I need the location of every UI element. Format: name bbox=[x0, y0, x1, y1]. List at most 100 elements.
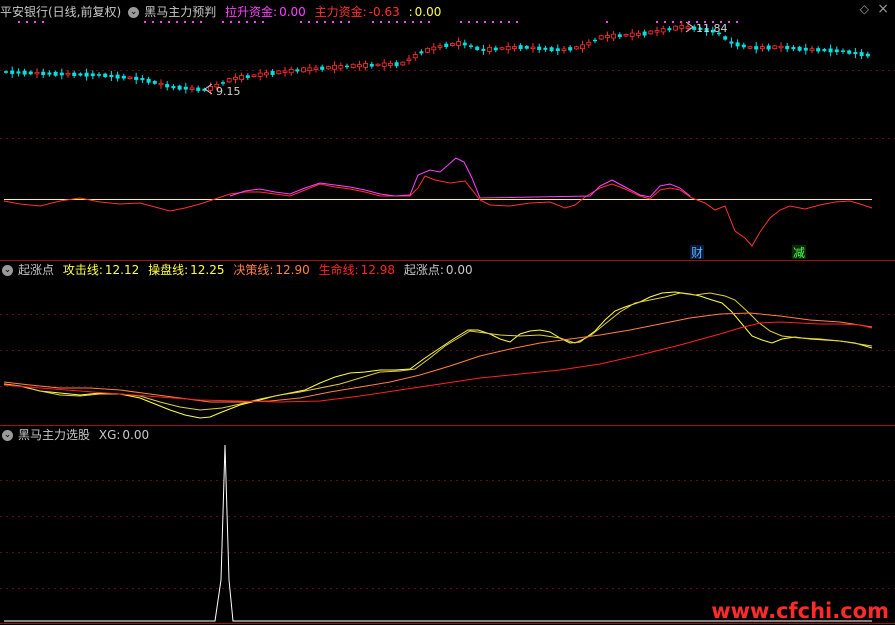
candle-body bbox=[276, 70, 282, 75]
candle-body bbox=[165, 84, 170, 88]
candle-body bbox=[865, 53, 870, 57]
candle-body bbox=[41, 71, 46, 75]
candle-body bbox=[593, 39, 597, 42]
rise-point-label: 起涨点 bbox=[403, 263, 440, 277]
candle-body bbox=[295, 69, 300, 72]
candle-body bbox=[723, 36, 728, 40]
pull-funds-colon: : bbox=[273, 5, 278, 19]
candle-body bbox=[301, 67, 307, 73]
candle-body bbox=[853, 52, 858, 55]
candle-body bbox=[772, 45, 778, 49]
candle-body bbox=[487, 47, 493, 52]
candle-body bbox=[623, 34, 629, 37]
panel2-indicator-name[interactable]: 起涨点 bbox=[18, 263, 54, 277]
candle-body bbox=[735, 42, 740, 47]
candle-body bbox=[568, 47, 573, 51]
operate-line bbox=[3, 292, 873, 411]
stock-title[interactable]: 平安银行(日线,前复权) bbox=[0, 5, 121, 19]
candle-body bbox=[226, 78, 232, 83]
candle-body bbox=[543, 47, 548, 50]
candle-body bbox=[828, 48, 833, 53]
candle-body bbox=[270, 70, 275, 75]
candle-body bbox=[134, 76, 139, 81]
attack-line-value: 12.12 bbox=[104, 263, 140, 277]
candle-body bbox=[78, 73, 83, 76]
candle-body bbox=[629, 32, 635, 37]
low-price-label: 9.15 bbox=[216, 85, 241, 98]
candle-body bbox=[177, 85, 182, 90]
candle-body bbox=[171, 86, 176, 89]
panel1-header: 平安银行(日线,前复权) ⌄ 黑马主力预判 拉升资金: 0.00 主力资金: -0.63… bbox=[0, 3, 446, 21]
xg-value: 0.00 bbox=[122, 428, 150, 442]
candle-body bbox=[598, 35, 604, 40]
candle-body bbox=[320, 66, 325, 70]
rise-point-colon: : bbox=[439, 263, 444, 277]
candle-body bbox=[654, 30, 660, 33]
grid-lines bbox=[0, 70, 895, 589]
candle-body bbox=[785, 45, 790, 50]
panel3-indicator-name[interactable]: 黑马主力选股 bbox=[18, 428, 90, 442]
attack-line-label: 攻击线 bbox=[62, 263, 99, 277]
candle-body bbox=[679, 25, 685, 29]
panel3-header: ⌄ 黑马主力选股 XG: 0.00 bbox=[0, 426, 154, 444]
candle-body bbox=[766, 45, 771, 50]
life-line-label: 生命线 bbox=[318, 263, 355, 277]
candle-body bbox=[332, 64, 338, 70]
candle-body bbox=[16, 71, 21, 74]
candle-body bbox=[121, 75, 126, 79]
candle-body bbox=[34, 71, 40, 75]
candle-body bbox=[791, 47, 796, 50]
chart-canvas: 9.15 11.84 财 减 bbox=[0, 21, 895, 624]
panel1-indicator-name[interactable]: 黑马主力预判 bbox=[144, 5, 216, 19]
chevron-down-icon[interactable]: ⌄ bbox=[2, 430, 13, 441]
candle-body bbox=[282, 70, 288, 73]
candle-body bbox=[822, 49, 827, 52]
candle-body bbox=[350, 63, 356, 69]
candle-body bbox=[462, 42, 467, 46]
candle-body bbox=[400, 61, 406, 66]
candle-body bbox=[4, 71, 8, 73]
candle-body bbox=[469, 45, 473, 47]
candle-body bbox=[847, 50, 852, 54]
close-icon[interactable]: × bbox=[877, 1, 889, 17]
decision-line bbox=[3, 312, 873, 403]
candle-body bbox=[586, 41, 592, 46]
candle-body bbox=[338, 65, 344, 69]
candle-body bbox=[512, 46, 517, 50]
candle-body bbox=[47, 72, 52, 75]
main-funds-colon: : bbox=[362, 5, 367, 19]
candle-body bbox=[456, 41, 462, 46]
candle-body bbox=[208, 86, 214, 91]
candle-body bbox=[797, 46, 802, 51]
watermark: www.cfchi.com bbox=[711, 599, 889, 623]
candle-body bbox=[642, 31, 647, 36]
candle-body bbox=[251, 74, 257, 77]
candle-body bbox=[685, 26, 691, 29]
candle-body bbox=[518, 45, 523, 50]
candle-body bbox=[387, 63, 393, 66]
candle-body bbox=[816, 48, 821, 52]
decision-line-colon: : bbox=[269, 263, 274, 277]
candle-body bbox=[555, 48, 560, 52]
candle-body bbox=[313, 67, 319, 70]
candle-body bbox=[152, 81, 157, 84]
candle-body bbox=[617, 34, 622, 38]
chevron-down-icon[interactable]: ⌄ bbox=[128, 7, 140, 18]
restore-icon[interactable]: ◇ bbox=[860, 2, 869, 16]
candle-body bbox=[146, 78, 151, 83]
candle-body bbox=[345, 65, 349, 68]
signal-cai: 财 bbox=[691, 246, 703, 260]
candle-body bbox=[431, 46, 437, 51]
candle-body bbox=[10, 70, 15, 74]
candle-body bbox=[22, 70, 27, 75]
candle-body bbox=[530, 46, 536, 49]
signal-value: 0.00 bbox=[414, 5, 442, 19]
pull-funds-value: 0.00 bbox=[279, 5, 306, 19]
candle-body bbox=[673, 25, 678, 31]
candle-body bbox=[537, 46, 542, 50]
candle-body bbox=[196, 87, 201, 91]
candle-body bbox=[369, 63, 374, 67]
candle-body bbox=[574, 46, 579, 50]
chevron-down-icon[interactable]: ⌄ bbox=[2, 265, 13, 276]
candle-body bbox=[561, 48, 567, 51]
